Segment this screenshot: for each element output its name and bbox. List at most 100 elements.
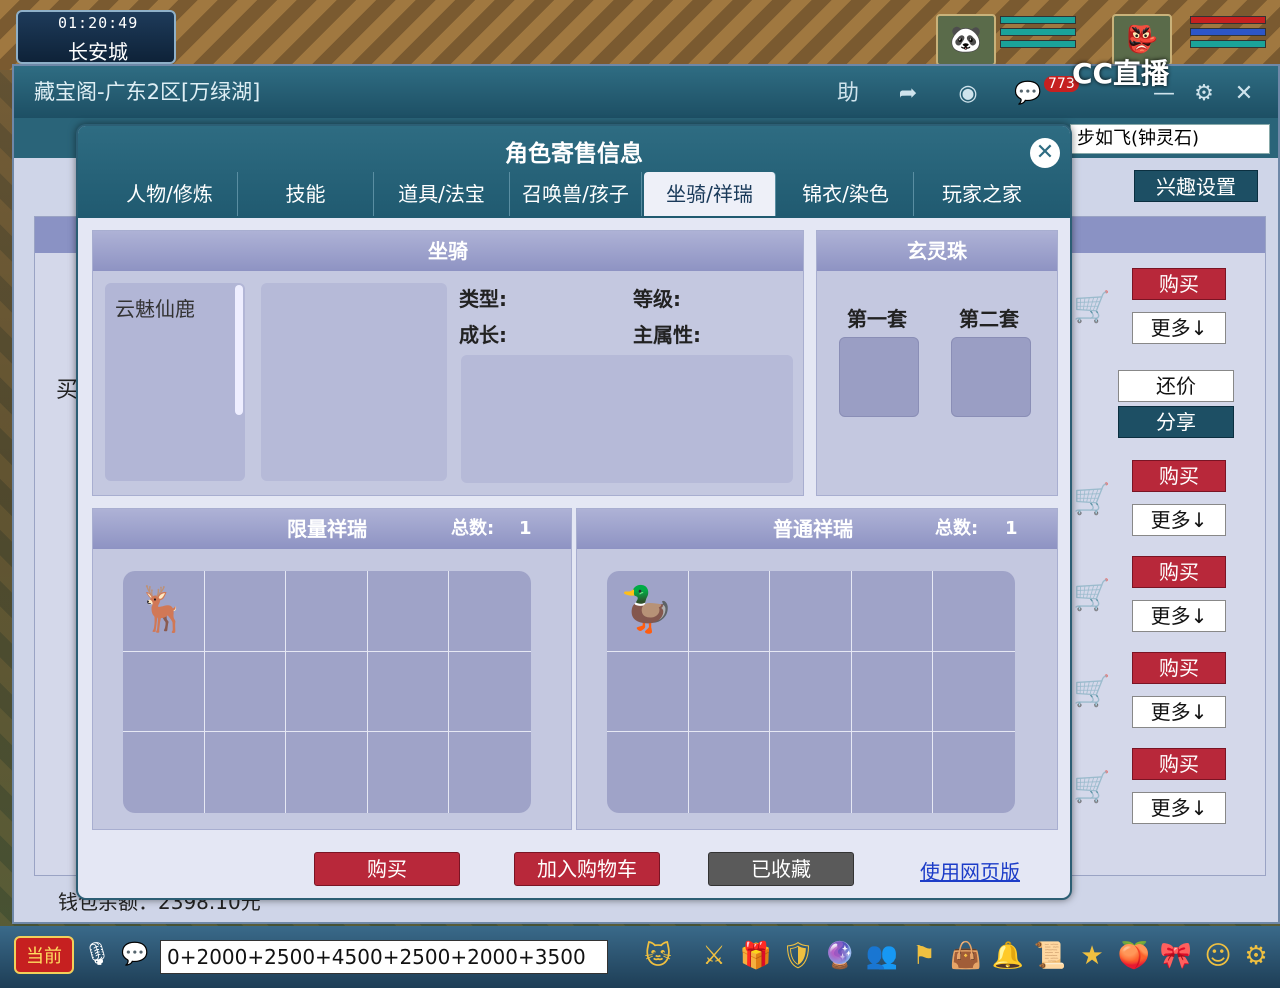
white-deer-icon[interactable]: 🦌: [123, 571, 204, 651]
grid-cell[interactable]: [205, 732, 287, 813]
limited-total-count: 1: [519, 518, 532, 539]
pet-avatar[interactable]: 🐼: [936, 14, 996, 66]
tab-character-cultivation[interactable]: 人物/修炼: [102, 172, 238, 216]
listing-buy-button[interactable]: 购买: [1132, 268, 1226, 300]
record-icon[interactable]: ◉: [948, 76, 988, 112]
microphone-icon[interactable]: 🎙: [82, 940, 112, 970]
chest-icon[interactable]: 🎁: [738, 936, 774, 976]
settings-icon[interactable]: ⚙: [1184, 76, 1224, 112]
counter-offer-button[interactable]: 还价: [1118, 370, 1234, 402]
cart-icon[interactable]: 🛒: [1072, 768, 1112, 808]
grid-cell[interactable]: [367, 651, 450, 733]
tab-mounts-auspicious[interactable]: 坐骑/祥瑞: [644, 172, 776, 216]
grid-cell[interactable]: [449, 652, 531, 733]
mount-growth-label: 成长:: [459, 323, 507, 347]
gift-icon[interactable]: 🎀: [1158, 936, 1194, 976]
cart-icon[interactable]: 🛒: [1072, 576, 1112, 616]
listing-more-button[interactable]: 更多↓: [1132, 600, 1226, 632]
smile-icon[interactable]: ☺: [1200, 936, 1236, 976]
shield-icon[interactable]: 🛡: [780, 936, 816, 976]
grid-cell[interactable]: [933, 571, 1015, 652]
grid-cell[interactable]: [286, 571, 368, 652]
help-button[interactable]: 助: [828, 76, 868, 112]
share-arrow-icon[interactable]: ➦: [888, 76, 928, 112]
listing-more-button[interactable]: 更多↓: [1132, 312, 1226, 344]
grid-cell[interactable]: [933, 732, 1015, 813]
grid-cell[interactable]: [607, 732, 689, 813]
listing-buy-button[interactable]: 购买: [1132, 556, 1226, 588]
normal-auspicious-header: 普通祥瑞 总数: 1: [577, 509, 1057, 549]
current-channel-button[interactable]: 当前: [14, 936, 74, 974]
message-icon[interactable]: 💬: [1008, 76, 1048, 112]
grid-cell[interactable]: [286, 732, 368, 813]
star-icon[interactable]: ★: [1074, 936, 1110, 976]
cart-icon[interactable]: 🛒: [1072, 672, 1112, 712]
favorited-button[interactable]: 已收藏: [708, 852, 854, 886]
grid-cell[interactable]: [123, 732, 205, 813]
pet-icon[interactable]: 🐱: [640, 936, 676, 976]
stream-logo: CC直播: [1072, 57, 1170, 90]
buy-button[interactable]: 购买: [314, 852, 460, 886]
grid-cell[interactable]: [367, 571, 450, 652]
tab-items-treasures[interactable]: 道具/法宝: [374, 172, 510, 216]
tab-skills[interactable]: 技能: [238, 172, 374, 216]
add-to-cart-button[interactable]: 加入购物车: [514, 852, 660, 886]
team-icon[interactable]: 👥: [864, 936, 900, 976]
orb-set-2-slot[interactable]: [951, 337, 1031, 417]
listing-more-button[interactable]: 更多↓: [1132, 504, 1226, 536]
treasure-window-title: 藏宝阁-广东2区[万绿湖]: [34, 80, 261, 104]
grid-cell[interactable]: [852, 732, 934, 813]
grid-cell[interactable]: [689, 732, 771, 813]
grid-cell[interactable]: [770, 571, 852, 652]
close-window-icon[interactable]: ✕: [1224, 76, 1264, 112]
emoji-icon[interactable]: 💬: [120, 940, 150, 970]
grid-cell[interactable]: [607, 651, 689, 733]
tab-outfits-dye[interactable]: 锦衣/染色: [778, 172, 914, 216]
listing-buy-button[interactable]: 购买: [1132, 652, 1226, 684]
grid-cell[interactable]: 🦌: [123, 571, 205, 652]
mount-list-item[interactable]: 云魅仙鹿: [115, 293, 195, 322]
grid-cell[interactable]: [851, 571, 934, 652]
system-icon[interactable]: ⚙: [1238, 936, 1274, 976]
dialog-close-icon[interactable]: ✕: [1030, 138, 1060, 168]
listing-buy-button[interactable]: 购买: [1132, 460, 1226, 492]
interest-settings-button[interactable]: 兴趣设置: [1134, 170, 1258, 202]
use-web-version-link[interactable]: 使用网页版: [920, 856, 1020, 885]
share-button[interactable]: 分享: [1118, 406, 1234, 438]
search-input[interactable]: 步如飞(钟灵石): [1070, 124, 1270, 154]
listing-more-button[interactable]: 更多↓: [1132, 696, 1226, 728]
scroll-icon[interactable]: 📜: [1032, 936, 1068, 976]
tab-summons-children[interactable]: 召唤兽/孩子: [510, 172, 642, 216]
cart-icon[interactable]: 🛒: [1072, 288, 1112, 328]
grid-cell[interactable]: [204, 651, 287, 733]
grid-cell[interactable]: [449, 571, 531, 652]
cart-icon[interactable]: 🛒: [1072, 480, 1112, 520]
mount-type-label: 类型:: [459, 287, 507, 311]
grid-cell[interactable]: [204, 571, 287, 652]
orb-set-1-slot[interactable]: [839, 337, 919, 417]
grid-cell[interactable]: [688, 571, 771, 652]
sword-icon[interactable]: ⚔: [696, 936, 732, 976]
listing-buy-button[interactable]: 购买: [1132, 748, 1226, 780]
duck-icon[interactable]: 🦆: [607, 571, 688, 651]
bell-icon[interactable]: 🔔: [990, 936, 1026, 976]
grid-cell[interactable]: [770, 732, 852, 813]
flag-icon[interactable]: ⚑: [906, 936, 942, 976]
listing-more-button[interactable]: 更多↓: [1132, 792, 1226, 824]
grid-cell[interactable]: [851, 651, 934, 733]
limited-auspicious-grid: 🦌: [123, 571, 531, 813]
mount-list-scrollbar[interactable]: [235, 285, 243, 415]
tab-player-home[interactable]: 玩家之家: [914, 172, 1050, 216]
chat-input[interactable]: 0+2000+2500+4500+2500+2000+3500: [160, 940, 608, 974]
grid-cell[interactable]: [286, 651, 368, 733]
grid-cell[interactable]: [123, 651, 205, 733]
grid-cell[interactable]: 🦆: [607, 571, 689, 652]
grid-cell[interactable]: [368, 732, 450, 813]
bag-icon[interactable]: 👜: [948, 936, 984, 976]
grid-cell[interactable]: [688, 651, 771, 733]
grid-cell[interactable]: [449, 732, 531, 813]
grid-cell[interactable]: [933, 652, 1015, 733]
orb-icon[interactable]: 🔮: [822, 936, 858, 976]
grid-cell[interactable]: [770, 651, 852, 733]
peach-icon[interactable]: 🍑: [1116, 936, 1152, 976]
